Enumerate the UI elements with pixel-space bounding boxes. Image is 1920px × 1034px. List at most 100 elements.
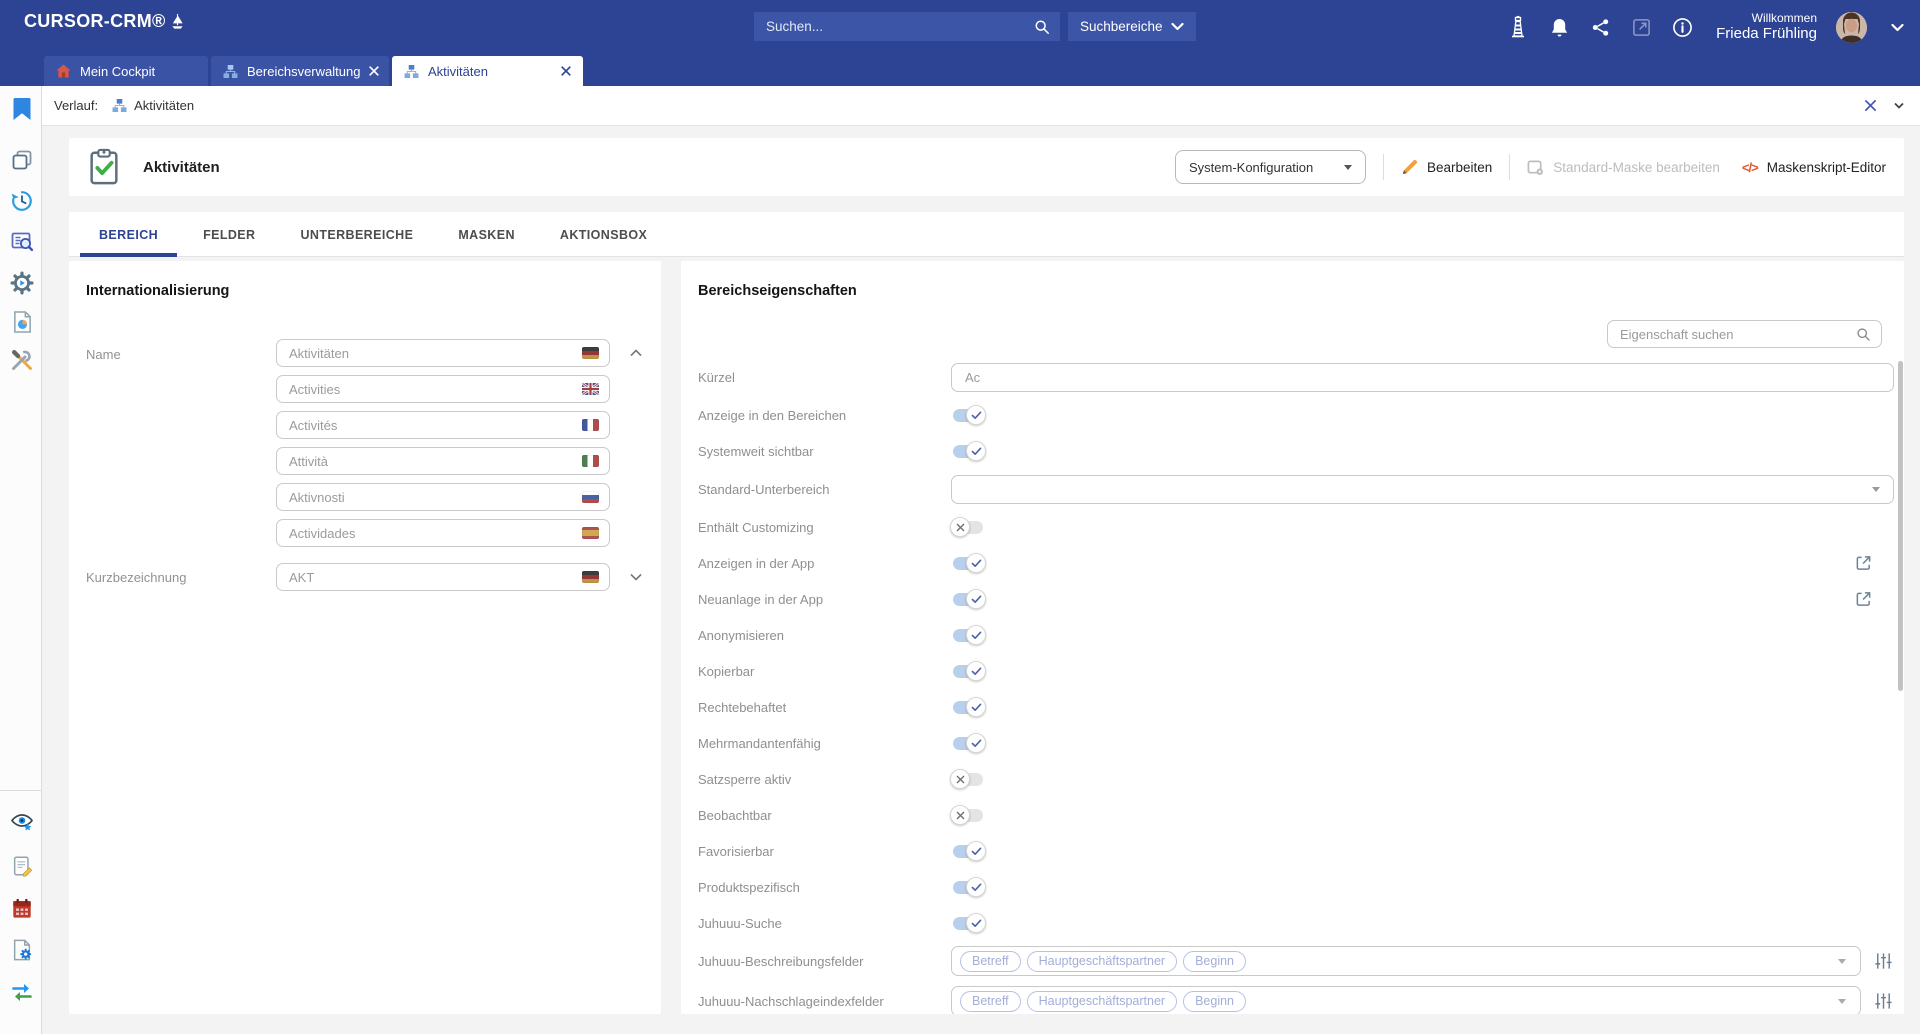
name-input-fr[interactable]	[287, 417, 582, 434]
name-input-gb[interactable]	[287, 381, 582, 398]
name-input-it[interactable]	[287, 453, 582, 470]
toggle-on[interactable]	[953, 881, 983, 894]
property-row-5: Anzeigen in der App	[698, 545, 1894, 581]
search-scope-button[interactable]: Suchbereiche	[1068, 12, 1196, 41]
short-name-field	[276, 563, 610, 591]
toggle-on[interactable]	[953, 737, 983, 750]
close-icon[interactable]	[369, 66, 379, 76]
chevron-down-icon	[1171, 22, 1184, 31]
name-input-si[interactable]	[287, 489, 582, 506]
property-search-field	[1607, 320, 1882, 348]
tab-unterbereiche[interactable]: UNTERBEREICHE	[281, 228, 432, 256]
tab-felder[interactable]: FELDER	[184, 228, 274, 256]
calendar-icon[interactable]	[9, 895, 35, 921]
report-pie-icon[interactable]	[9, 309, 35, 335]
expand-down-icon[interactable]	[625, 566, 647, 588]
chips-field[interactable]: BetreffHauptgeschäftspartnerBeginn	[951, 946, 1861, 976]
sidebar-divider	[0, 790, 42, 791]
bell-icon[interactable]	[1548, 15, 1570, 39]
toggle-off[interactable]	[953, 809, 983, 822]
edit-button[interactable]: Bearbeiten	[1401, 159, 1492, 176]
info-icon[interactable]	[1671, 15, 1693, 39]
doc-tab-label: Bereichsverwaltung	[247, 64, 360, 79]
toggle-on[interactable]	[953, 845, 983, 858]
chevron-down-icon[interactable]	[1894, 102, 1904, 109]
text-field-input[interactable]	[963, 369, 1882, 386]
property-row-11: Satzsperre aktiv	[698, 761, 1894, 797]
toggle-on[interactable]	[953, 665, 983, 678]
lighthouse-icon[interactable]	[1507, 15, 1529, 39]
tune-icon[interactable]	[1874, 992, 1894, 1010]
watch-eye-star-icon[interactable]	[9, 809, 35, 835]
name-field-gb	[276, 375, 610, 403]
toggle-on[interactable]	[953, 445, 983, 458]
property-control	[951, 809, 1894, 822]
history-icon[interactable]	[9, 188, 35, 214]
collapse-up-icon[interactable]	[625, 342, 647, 364]
code-icon: </>	[1742, 160, 1758, 175]
search-icon[interactable]	[1034, 19, 1050, 35]
share-icon[interactable]	[1589, 15, 1611, 39]
property-row-17: Juhuuu-NachschlageindexfelderBetreffHaup…	[698, 981, 1894, 1014]
close-icon[interactable]	[1864, 99, 1877, 112]
close-icon[interactable]	[561, 66, 571, 76]
doc-tab-aktivit-ten[interactable]: Aktivitäten	[392, 56, 583, 86]
chips-field[interactable]: BetreffHauptgeschäftspartnerBeginn	[951, 986, 1861, 1014]
property-control	[951, 701, 1894, 714]
name-input-de[interactable]	[287, 345, 582, 362]
select-field[interactable]	[951, 475, 1894, 504]
open-external-icon[interactable]	[1855, 555, 1872, 572]
user-menu-chevron-icon[interactable]	[1886, 15, 1908, 39]
mask-script-editor-button[interactable]: </> Maskenskript-Editor	[1742, 160, 1886, 175]
property-row-9: Rechtebehaftet	[698, 689, 1894, 725]
sync-icon[interactable]	[9, 979, 35, 1005]
name-input-es[interactable]	[287, 525, 582, 542]
tune-icon[interactable]	[1874, 952, 1894, 970]
table-search-icon[interactable]	[9, 229, 35, 255]
toggle-on[interactable]	[953, 917, 983, 930]
property-label: Anzeige in den Bereichen	[698, 408, 951, 423]
property-rows: KürzelAnzeige in den BereichenSystemweit…	[698, 357, 1894, 1014]
app-logo-text: CURSOR-CRM®	[24, 11, 166, 32]
global-search-input[interactable]	[764, 18, 1034, 35]
doc-tab-bereichsverwaltung[interactable]: Bereichsverwaltung	[211, 56, 389, 86]
property-control	[951, 409, 1894, 422]
tab-bereich[interactable]: BEREICH	[80, 228, 177, 256]
property-control	[951, 665, 1894, 678]
config-select[interactable]: System-Konfiguration	[1175, 150, 1366, 184]
search-icon[interactable]	[1856, 327, 1871, 342]
history-item-aktivitaeten[interactable]: Aktivitäten	[112, 98, 194, 113]
doc-tab-mein-cockpit[interactable]: Mein Cockpit	[44, 56, 208, 86]
toggle-off[interactable]	[953, 521, 983, 534]
bookmark-icon[interactable]	[9, 96, 35, 122]
short-name-input[interactable]	[287, 569, 582, 586]
avatar[interactable]	[1836, 12, 1867, 43]
flag-de-icon	[582, 571, 599, 583]
property-label: Kopierbar	[698, 664, 951, 679]
config-select-value: System-Konfiguration	[1189, 160, 1313, 175]
toggle-on[interactable]	[953, 409, 983, 422]
props-panel-title: Bereichseigenschaften	[698, 283, 857, 299]
gear-play-icon[interactable]	[9, 270, 35, 296]
tab-aktionsbox[interactable]: AKTIONSBOX	[541, 228, 666, 256]
welcome-text: Willkommen Frieda Frühling	[1716, 11, 1817, 43]
property-control	[951, 629, 1894, 642]
toggle-on[interactable]	[953, 629, 983, 642]
notes-icon[interactable]	[9, 853, 35, 879]
check-icon	[966, 553, 986, 573]
name-field-fr	[276, 411, 610, 439]
toggle-on[interactable]	[953, 701, 983, 714]
property-label: Juhuuu-Beschreibungsfelder	[698, 954, 951, 969]
toggle-off[interactable]	[953, 773, 983, 786]
doc-gear-icon[interactable]	[9, 937, 35, 963]
tools-icon[interactable]	[9, 347, 35, 373]
tab-masken[interactable]: MASKEN	[439, 228, 534, 256]
scrollbar-thumb[interactable]	[1898, 361, 1903, 691]
open-external-icon[interactable]	[1855, 591, 1872, 608]
toggle-on[interactable]	[953, 557, 983, 570]
property-search-input[interactable]	[1618, 326, 1856, 343]
property-label: Beobachtbar	[698, 808, 951, 823]
property-label: Rechtebehaftet	[698, 700, 951, 715]
windows-icon[interactable]	[9, 147, 35, 173]
toggle-on[interactable]	[953, 593, 983, 606]
